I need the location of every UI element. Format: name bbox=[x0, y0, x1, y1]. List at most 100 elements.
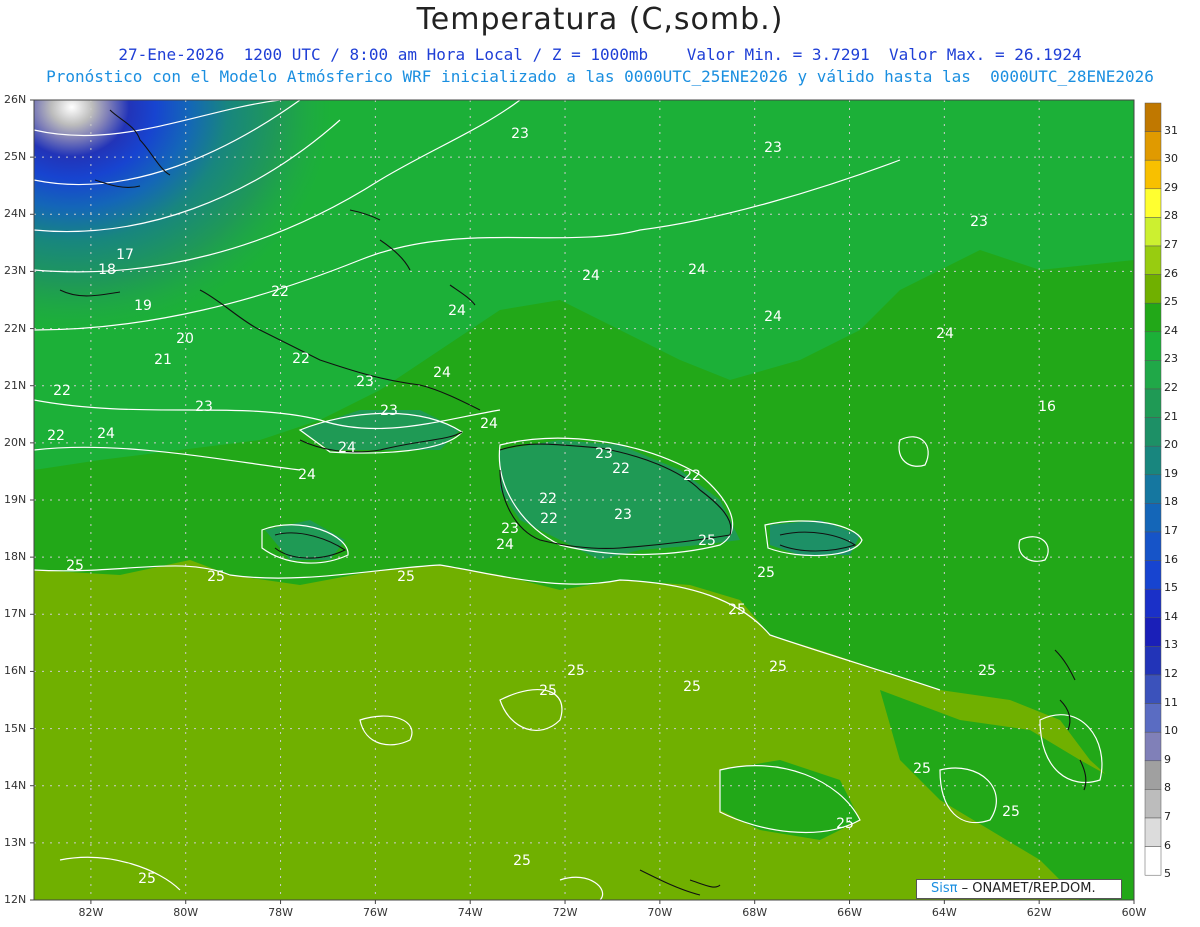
colorbar-swatch bbox=[1144, 760, 1162, 790]
credit-text: – ONAMET/REP.DOM. bbox=[957, 881, 1096, 896]
contour-label: 22 bbox=[53, 383, 71, 399]
contour-label: 23 bbox=[501, 521, 519, 537]
contour-label: 18 bbox=[98, 262, 116, 278]
lat-label: 12N bbox=[4, 893, 27, 906]
contour-label: 25 bbox=[567, 663, 585, 679]
colorbar-label: 7 bbox=[1164, 810, 1171, 823]
colorbar-swatch bbox=[1144, 217, 1162, 247]
lon-label: 78W bbox=[268, 906, 293, 919]
lat-label: 17N bbox=[4, 607, 27, 621]
colorbar-swatch bbox=[1144, 703, 1162, 733]
lat-label: 13N bbox=[4, 835, 27, 849]
lon-label: 74W bbox=[457, 906, 483, 919]
contour-label: 22 bbox=[683, 468, 701, 484]
colorbar-swatch bbox=[1144, 474, 1162, 504]
contour-label: 23 bbox=[764, 140, 782, 156]
contour-label: 24 bbox=[936, 326, 954, 342]
colorbar-swatch bbox=[1144, 531, 1162, 561]
colorbar-label: 27 bbox=[1164, 238, 1178, 251]
contour-label: 24 bbox=[97, 426, 115, 442]
colorbar-label: 26 bbox=[1164, 266, 1178, 280]
lon-label: 66W bbox=[837, 906, 862, 919]
contour-label: 25 bbox=[683, 679, 701, 695]
lat-label: 19N bbox=[4, 493, 27, 506]
colorbar-label: 22 bbox=[1164, 381, 1178, 394]
map-plot-area: 23232324 24242416171819202122222222232323… bbox=[34, 100, 1134, 900]
lon-label: 62W bbox=[1026, 906, 1052, 919]
contour-label: 25 bbox=[728, 602, 746, 618]
contour-label: 25 bbox=[1002, 804, 1020, 820]
lon-label: 82W bbox=[78, 906, 104, 919]
contour-label: 25 bbox=[769, 659, 787, 675]
contour-label: 25 bbox=[913, 761, 931, 777]
colorbar-swatch bbox=[1144, 560, 1162, 590]
lat-label: 16N bbox=[4, 664, 27, 678]
colorbar-label: 28 bbox=[1164, 209, 1178, 223]
contour-label: 20 bbox=[176, 331, 194, 347]
colorbar-label: 19 bbox=[1164, 466, 1178, 480]
contour-label: 23 bbox=[614, 507, 632, 523]
colorbar-label: 11 bbox=[1164, 695, 1178, 709]
contour-label: 23 bbox=[356, 374, 374, 390]
contour-label: 17 bbox=[116, 247, 134, 263]
contour-label: 22 bbox=[540, 511, 558, 527]
contour-label: 25 bbox=[66, 558, 84, 574]
lat-label: 22N bbox=[4, 321, 27, 335]
contour-label: 23 bbox=[511, 126, 529, 142]
colorbar-swatch bbox=[1144, 360, 1162, 390]
colorbar-swatch bbox=[1144, 646, 1162, 676]
colorbar-swatch bbox=[1144, 417, 1162, 447]
colorbar-label: 21 bbox=[1164, 409, 1178, 423]
contour-label: 22 bbox=[539, 491, 557, 507]
contour-label: 25 bbox=[397, 569, 415, 585]
colorbar-swatch bbox=[1144, 131, 1162, 161]
contour-label: 25 bbox=[757, 565, 775, 581]
lat-label: 26N bbox=[4, 93, 27, 106]
temperature-map: 23232324 24242416171819202122222222232323… bbox=[30, 99, 1162, 904]
colorbar-swatch bbox=[1144, 846, 1162, 876]
lon-label: 72W bbox=[552, 906, 578, 919]
contour-label: 25 bbox=[138, 871, 156, 887]
colorbar-swatch bbox=[1144, 388, 1162, 418]
colorbar-label: 20 bbox=[1164, 438, 1178, 452]
colorbar-swatch bbox=[1144, 102, 1162, 132]
lat-label: 15N bbox=[4, 721, 27, 735]
colorbar-label: 25 bbox=[1164, 295, 1178, 309]
lon-label: 80W bbox=[173, 906, 199, 919]
colorbar-label: 31 bbox=[1164, 123, 1178, 137]
colorbar bbox=[1144, 102, 1162, 876]
lon-label: 76W bbox=[362, 906, 388, 919]
colorbar-swatch bbox=[1144, 731, 1162, 762]
colorbar-swatch bbox=[1144, 331, 1162, 361]
sispi-logo: Sisπ bbox=[931, 881, 958, 896]
colorbar-swatch bbox=[1144, 159, 1162, 190]
colorbar-label: 15 bbox=[1164, 581, 1178, 595]
lat-label: 24N bbox=[4, 207, 27, 221]
contour-label: 24 bbox=[298, 467, 316, 483]
contour-label: 24 bbox=[448, 303, 466, 319]
colorbar-label: 8 bbox=[1164, 781, 1171, 795]
contour-label: 24 bbox=[480, 416, 498, 432]
colorbar-swatch bbox=[1144, 588, 1162, 619]
lon-label: 60W bbox=[1121, 906, 1147, 919]
lon-label: 70W bbox=[647, 906, 673, 919]
colorbar-label: 16 bbox=[1164, 552, 1178, 566]
colorbar-label: 12 bbox=[1164, 667, 1178, 680]
colorbar-swatch bbox=[1144, 245, 1162, 275]
contour-label: 25 bbox=[539, 683, 557, 699]
contour-label: 24 bbox=[688, 262, 706, 278]
contour-label: 24 bbox=[496, 537, 514, 553]
contour-label: 16 bbox=[1038, 399, 1056, 415]
colorbar-swatch bbox=[1144, 817, 1162, 847]
contour-label: 24 bbox=[764, 309, 782, 325]
contour-label: 24 bbox=[338, 440, 356, 456]
colorbar-label: 24 bbox=[1164, 323, 1178, 337]
colorbar-swatch bbox=[1144, 302, 1162, 333]
contour-label: 25 bbox=[513, 853, 531, 869]
colorbar-swatch bbox=[1144, 445, 1162, 476]
lat-label: 21N bbox=[4, 378, 27, 392]
lat-label: 14N bbox=[4, 778, 27, 792]
contour-label: 22 bbox=[47, 428, 65, 444]
lat-label: 23N bbox=[4, 264, 27, 278]
colorbar-swatch bbox=[1144, 789, 1162, 819]
